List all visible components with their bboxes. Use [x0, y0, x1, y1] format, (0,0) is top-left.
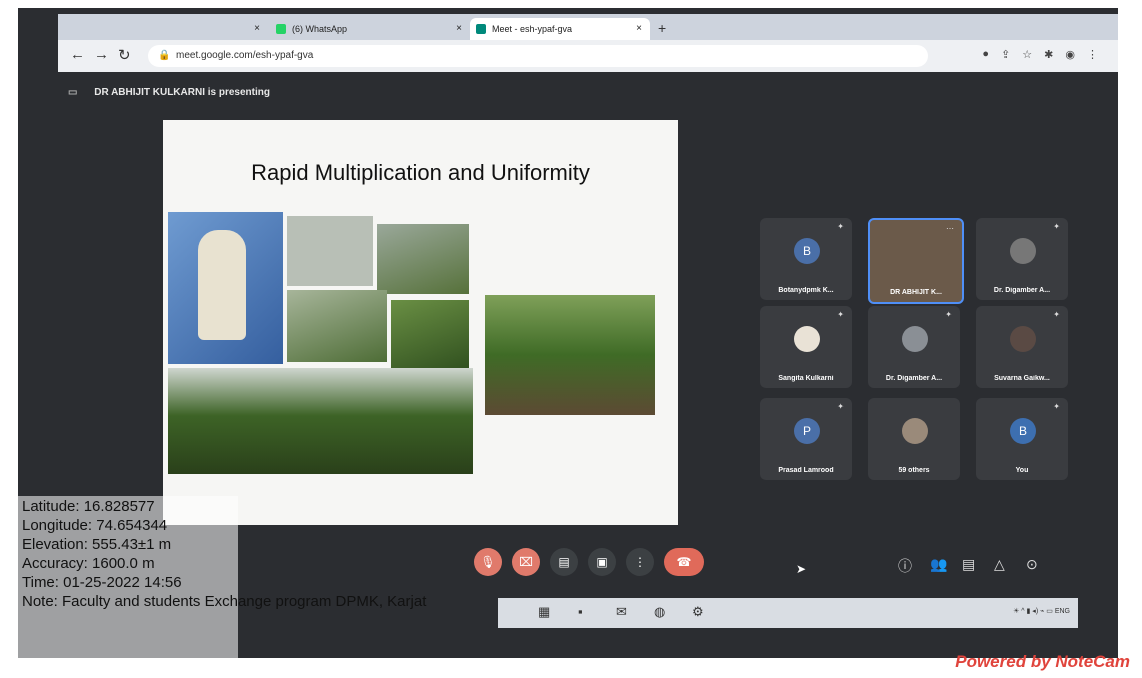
participant-tile-others[interactable]: 59 others — [868, 398, 960, 480]
slide-photo — [168, 368, 473, 474]
tab-1[interactable]: × — [68, 18, 268, 40]
tab-close-icon[interactable]: × — [254, 18, 260, 40]
slide-photo — [287, 290, 387, 362]
participant-name: You — [1015, 467, 1029, 474]
browser-toolbar: ← → ↻ 🔒 meet.google.com/esh-ypaf-gva ● ⇪… — [58, 40, 1118, 72]
slide-photo — [485, 295, 655, 415]
elevation-text: Elevation: 555.43±1 m — [22, 536, 172, 553]
participant-name: DR ABHIJIT K... — [890, 289, 942, 296]
pin-icon[interactable]: ✦ — [837, 310, 844, 319]
pin-icon[interactable]: ✦ — [1053, 310, 1060, 319]
participant-tile[interactable]: ✦ Dr. Digamber A... — [868, 306, 960, 388]
tab-close-icon[interactable]: × — [636, 18, 642, 40]
more-options-button[interactable]: ⋮ — [626, 548, 654, 576]
participant-name: Botanydpmk K... — [778, 287, 834, 294]
avatar — [1010, 326, 1036, 352]
participant-name: Prasad Lamrood — [778, 467, 834, 474]
participant-tile-active[interactable]: ⋯ DR ABHIJIT K... — [868, 218, 964, 304]
tab-label: Meet - esh-ypaf-gva — [492, 24, 573, 34]
profile-icon[interactable]: ◉ — [1065, 48, 1075, 61]
chat-icon[interactable]: ▤ — [962, 556, 975, 573]
slide-title: Rapid Multiplication and Uniformity — [251, 160, 590, 185]
url-text: meet.google.com/esh-ypaf-gva — [176, 50, 314, 61]
captions-button[interactable]: ▤ — [550, 548, 578, 576]
participant-tile[interactable]: ✦ Sangita Kulkarni — [760, 306, 852, 388]
participant-name: Dr. Digamber A... — [993, 287, 1051, 294]
presentation-slide: Rapid Multiplication and Uniformity — [163, 120, 678, 525]
participant-name: Suvarna Gaikw... — [994, 375, 1050, 382]
settings-icon[interactable]: ⚙ — [692, 604, 704, 620]
activities-icon[interactable]: △ — [994, 556, 1005, 573]
menu-icon[interactable]: ⋮ — [1087, 48, 1098, 61]
participant-name: Sangita Kulkarni — [778, 375, 834, 382]
participant-name: Dr. Digamber A... — [885, 375, 943, 382]
share-icon[interactable]: ⇪ — [1001, 48, 1010, 61]
present-button[interactable]: ▣ — [588, 548, 616, 576]
participant-tile[interactable]: ✦ Dr. Digamber A... — [976, 218, 1068, 300]
whatsapp-icon — [276, 24, 286, 34]
back-arrow-icon[interactable]: ← — [70, 46, 85, 63]
extensions-icon[interactable]: ✱ — [1044, 48, 1053, 61]
participant-name: 59 others — [898, 467, 930, 474]
mail-icon[interactable]: ✉ — [616, 604, 627, 620]
presenting-banner: ▭ DR ABHIJIT KULKARNI is presenting — [68, 83, 270, 103]
presenting-text: DR ABHIJIT KULKARNI is presenting — [94, 87, 270, 98]
reload-icon[interactable]: ↻ — [118, 46, 131, 64]
star-icon[interactable]: ☆ — [1022, 48, 1032, 61]
avatar — [902, 326, 928, 352]
address-bar[interactable]: 🔒 meet.google.com/esh-ypaf-gva — [148, 45, 928, 67]
camera-off-button[interactable]: ⌧ — [512, 548, 540, 576]
avatar: B — [1010, 418, 1036, 444]
avatar — [794, 326, 820, 352]
windows-taskbar: ▦ ▪ ✉ ◍ ⚙ ☀ ^ ▮ ◂) ⌁ ▭ ENG — [498, 598, 1078, 628]
toolbar-icons: ● ⇪ ☆ ✱ ◉ ⋮ — [982, 48, 1098, 61]
end-call-button[interactable]: ☎ — [664, 548, 704, 576]
mouse-cursor-icon: ➤ — [796, 562, 807, 576]
pin-icon[interactable]: ✦ — [1053, 222, 1060, 231]
tab-meet[interactable]: Meet - esh-ypaf-gva × — [470, 18, 650, 40]
lock-icon: 🔒 — [158, 50, 171, 61]
info-icon[interactable]: ⓘ — [898, 556, 912, 576]
meet-icon — [476, 24, 486, 34]
shield-icon[interactable]: ⊙ — [1026, 556, 1038, 573]
longitude-text: Longitude: 74.654344 — [22, 517, 168, 534]
tab-close-icon[interactable]: × — [456, 18, 462, 40]
latitude-text: Latitude: 16.828577 — [22, 498, 155, 515]
pin-icon[interactable]: ✦ — [945, 310, 952, 319]
tab-strip: × (6) WhatsApp × Meet - esh-ypaf-gva × + — [58, 14, 1118, 40]
avatar: P — [794, 418, 820, 444]
system-tray: ☀ ^ ▮ ◂) ⌁ ▭ ENG — [1013, 608, 1070, 615]
slide-photo — [391, 300, 469, 372]
notecam-watermark: Powered by NoteCam — [955, 652, 1130, 671]
store-icon[interactable]: ▦ — [538, 604, 550, 620]
present-icon: ▭ — [68, 87, 78, 98]
pin-icon[interactable]: ✦ — [837, 402, 844, 411]
record-icon[interactable]: ● — [982, 48, 989, 61]
avatar: B — [794, 238, 820, 264]
accuracy-text: Accuracy: 1600.0 m — [22, 555, 155, 572]
participant-tile-self[interactable]: ✦ B You — [976, 398, 1068, 480]
office-icon[interactable]: ▪ — [578, 604, 583, 619]
tab-label: (6) WhatsApp — [292, 24, 348, 34]
note-text: Note: Faculty and students Exchange prog… — [22, 593, 427, 610]
avatar — [902, 418, 928, 444]
slide-photo — [377, 224, 469, 294]
people-icon[interactable]: 👥 — [930, 556, 947, 573]
participant-tile[interactable]: ✦ B Botanydpmk K... — [760, 218, 852, 300]
avatar — [1010, 238, 1036, 264]
mic-off-button[interactable]: 🎙 — [474, 548, 502, 576]
speaking-icon: ⋯ — [946, 224, 954, 233]
slide-photo — [168, 212, 283, 364]
pin-icon[interactable]: ✦ — [837, 222, 844, 231]
new-tab-button[interactable]: + — [658, 20, 666, 36]
participant-tile[interactable]: ✦ Suvarna Gaikw... — [976, 306, 1068, 388]
tab-whatsapp[interactable]: (6) WhatsApp × — [270, 18, 470, 40]
forward-arrow-icon[interactable]: → — [94, 46, 109, 63]
participant-tile[interactable]: ✦ P Prasad Lamrood — [760, 398, 852, 480]
slide-photo — [287, 216, 373, 286]
pin-icon[interactable]: ✦ — [1053, 402, 1060, 411]
time-text: Time: 01-25-2022 14:56 — [22, 574, 182, 591]
chrome-icon[interactable]: ◍ — [654, 604, 665, 620]
